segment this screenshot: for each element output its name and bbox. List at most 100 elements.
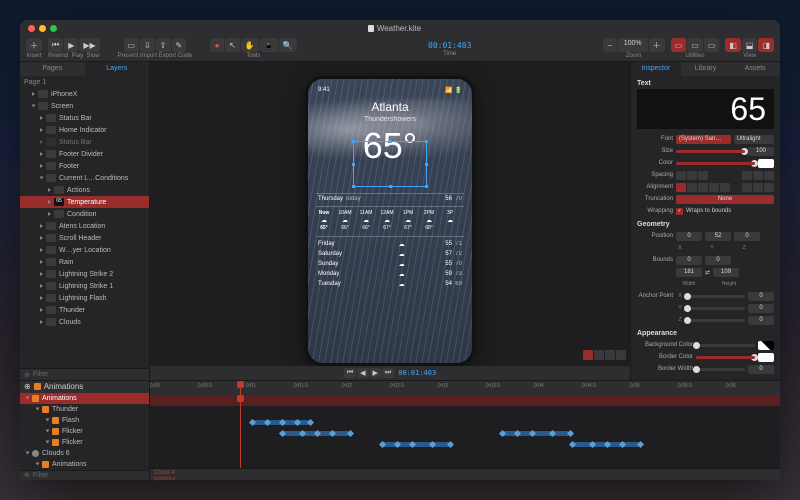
width-field[interactable]: 181 xyxy=(676,268,702,277)
layer-row[interactable]: W…yer Location xyxy=(20,244,149,256)
font-weight-select[interactable]: Ultralight xyxy=(734,135,774,144)
truncation-select[interactable]: None xyxy=(676,195,774,204)
timeline-opt-4[interactable] xyxy=(616,350,626,360)
anchor-y-slider[interactable] xyxy=(687,307,745,310)
disclosure-triangle-icon[interactable] xyxy=(40,236,43,240)
minimize-button[interactable] xyxy=(39,25,46,32)
timeline-track-row[interactable]: Animations xyxy=(20,459,149,470)
anchor-z-slider[interactable] xyxy=(687,319,745,322)
timeline-ruler[interactable]: 0:000:00.50:010:01.50:020:02.50:030:03.5… xyxy=(150,381,780,395)
size-field[interactable]: 100 xyxy=(748,147,774,156)
timeline-opt-1[interactable] xyxy=(583,350,593,360)
pos-x-field[interactable]: 0 xyxy=(676,232,702,241)
layer-row[interactable]: Clouds xyxy=(20,316,149,328)
inspector-tab[interactable]: Inspector xyxy=(631,62,681,76)
timeline-track-row[interactable]: Flicker xyxy=(20,426,149,437)
view-toggle-bottom[interactable]: ⬓ xyxy=(742,38,758,52)
disclosure-triangle-icon[interactable] xyxy=(32,92,35,96)
timeline-track-row[interactable]: Thunder xyxy=(20,404,149,415)
anchor-x-slider[interactable] xyxy=(687,295,745,298)
border-width-slider[interactable] xyxy=(696,368,745,371)
disclosure-triangle-icon[interactable] xyxy=(40,116,43,120)
bg-color-swatch[interactable] xyxy=(758,341,774,350)
filter-bar[interactable]: ⊕Filter xyxy=(20,368,149,380)
playhead[interactable] xyxy=(240,381,241,395)
import-button[interactable]: ⇩ xyxy=(140,38,155,52)
layer-row[interactable]: Status Bar xyxy=(20,136,149,148)
disclosure-triangle-icon[interactable] xyxy=(40,272,43,276)
device-tool[interactable]: 📱 xyxy=(260,38,278,52)
layer-row[interactable]: Footer xyxy=(20,160,149,172)
timeline-filter[interactable]: ⊕Filter xyxy=(20,470,149,480)
timeline-track-row[interactable]: Flash xyxy=(20,415,149,426)
export-button[interactable]: ⇧ xyxy=(156,38,171,52)
disclosure-triangle-icon[interactable] xyxy=(40,140,43,144)
layer-row[interactable]: Screen xyxy=(20,100,149,112)
font-family-select[interactable]: (System) San… xyxy=(676,135,731,144)
layer-row[interactable]: 65Temperature xyxy=(20,196,149,208)
timeline-track-row[interactable]: Flicker xyxy=(20,437,149,448)
hand-tool[interactable]: ✋ xyxy=(241,38,259,52)
border-color-swatch[interactable] xyxy=(758,353,774,362)
next-frame-button[interactable]: ⏭ xyxy=(382,368,394,378)
code-button[interactable]: ✎ xyxy=(172,38,187,52)
disclosure-triangle-icon[interactable] xyxy=(40,260,43,264)
close-button[interactable] xyxy=(28,25,35,32)
slow-button[interactable]: ▶▶ xyxy=(79,38,99,52)
timeline-opt-3[interactable] xyxy=(605,350,615,360)
assets-tab[interactable]: Assets xyxy=(730,62,780,76)
wrapping-checkbox[interactable]: ✓ xyxy=(676,208,683,215)
bounds-y-field[interactable]: 0 xyxy=(705,256,731,265)
layer-row[interactable]: Lightning Flash xyxy=(20,292,149,304)
step-back-button[interactable]: ◀ xyxy=(357,368,368,378)
layer-row[interactable]: Home Indicator xyxy=(20,124,149,136)
color-swatch[interactable] xyxy=(758,159,774,168)
disclosure-triangle-icon[interactable] xyxy=(40,152,43,156)
library-tab[interactable]: Library xyxy=(681,62,731,76)
view-toggle-left[interactable]: ◧ xyxy=(725,38,741,52)
utility-toggle-1[interactable]: ▭ xyxy=(671,38,687,52)
utility-toggle-2[interactable]: ▭ xyxy=(687,38,703,52)
layer-row[interactable]: Footer Divider xyxy=(20,148,149,160)
layer-row[interactable]: Actions xyxy=(20,184,149,196)
present-button[interactable]: ▭ xyxy=(124,38,140,52)
disclosure-triangle-icon[interactable] xyxy=(40,177,44,180)
prev-frame-button[interactable]: ⏮ xyxy=(344,368,356,378)
size-slider[interactable] xyxy=(676,150,745,153)
layer-row[interactable]: Status Bar xyxy=(20,112,149,124)
disclosure-triangle-icon[interactable] xyxy=(48,188,51,192)
disclosure-triangle-icon[interactable] xyxy=(32,105,36,108)
add-animation-button[interactable]: ⊕ xyxy=(24,382,31,391)
disclosure-triangle-icon[interactable] xyxy=(40,308,43,312)
disclosure-triangle-icon[interactable] xyxy=(40,320,43,324)
layer-row[interactable]: Thunder xyxy=(20,304,149,316)
view-toggle-right[interactable]: ◨ xyxy=(758,38,774,52)
disclosure-triangle-icon[interactable] xyxy=(40,128,43,132)
disclosure-triangle-icon[interactable] xyxy=(40,284,43,288)
layers-tab[interactable]: Layers xyxy=(85,62,150,76)
layer-row[interactable]: Condition xyxy=(20,208,149,220)
bg-color-slider[interactable] xyxy=(696,344,755,347)
zoom-out-button[interactable]: − xyxy=(603,38,617,52)
zoom-in-button[interactable]: ＋ xyxy=(649,38,665,52)
selection-box[interactable] xyxy=(353,141,427,187)
page-label[interactable]: Page 1 xyxy=(20,76,149,88)
layer-row[interactable]: Rain xyxy=(20,256,149,268)
step-fwd-button[interactable]: ▶ xyxy=(370,368,381,378)
timeline-track-row[interactable]: Animations xyxy=(20,393,149,404)
insert-button[interactable]: ＋Insert xyxy=(26,38,42,59)
rewind-button[interactable]: ⏮ xyxy=(48,38,63,52)
record-tool[interactable]: ● xyxy=(210,38,224,52)
layer-row[interactable]: Lightning Strike 2 xyxy=(20,268,149,280)
timeline-opt-2[interactable] xyxy=(594,350,604,360)
bounds-x-field[interactable]: 0 xyxy=(676,256,702,265)
layer-row[interactable]: Current L…Conditions xyxy=(20,172,149,184)
canvas[interactable]: 9:41📶 🔋 Atlanta Thundershowers 65° Thurs… xyxy=(150,62,630,380)
alignment-buttons[interactable] xyxy=(676,183,730,192)
border-color-slider[interactable] xyxy=(696,356,755,359)
timeline-track-row[interactable]: Clouds 6 xyxy=(20,448,149,459)
timeline-tracks[interactable] xyxy=(150,395,780,468)
pointer-tool[interactable]: ↖ xyxy=(225,38,240,52)
utility-toggle-3[interactable]: ▭ xyxy=(704,38,720,52)
zoom-value[interactable]: 100% xyxy=(618,38,648,52)
